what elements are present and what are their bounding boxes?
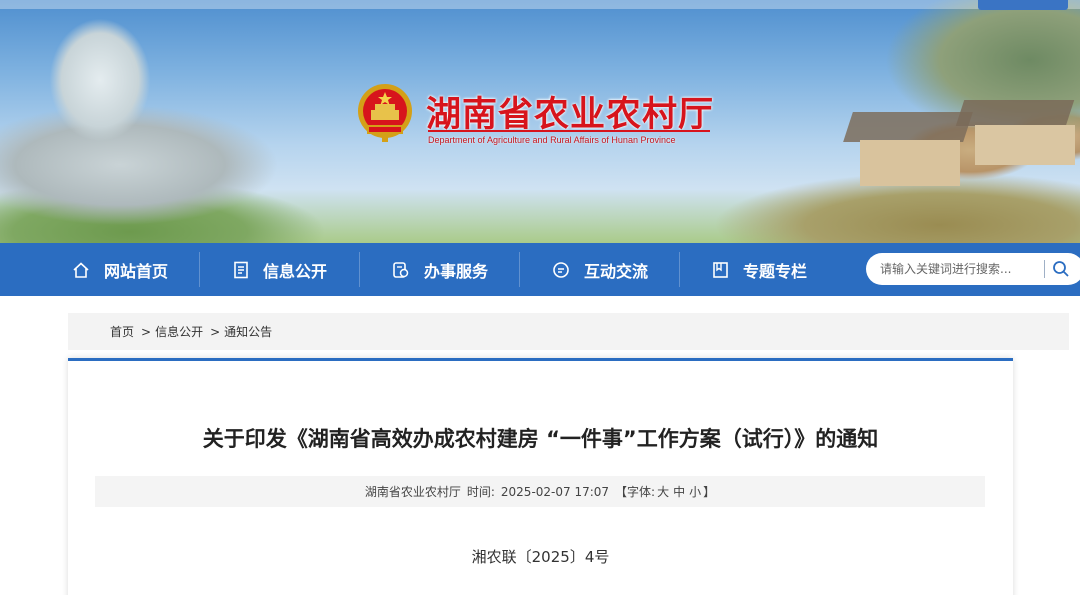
document-number: 湘农联〔2025〕4号 xyxy=(471,548,610,566)
nav-item-home[interactable]: 网站首页 xyxy=(72,243,168,296)
nav-divider xyxy=(199,252,200,287)
banner-house-shape xyxy=(975,125,1075,165)
article-time: 2025-02-07 17:07 xyxy=(500,484,610,499)
search-icon xyxy=(1053,261,1069,277)
nav-item-services[interactable]: 办事服务 xyxy=(392,243,488,296)
nav-item-interaction[interactable]: 互动交流 xyxy=(552,243,648,296)
document-icon xyxy=(234,261,248,278)
font-size-label: 【字体: xyxy=(615,485,656,499)
nav-divider xyxy=(679,252,680,287)
nav-item-info[interactable]: 信息公开 xyxy=(233,243,327,296)
search-divider xyxy=(1044,260,1045,278)
nav-item-label: 互动交流 xyxy=(584,261,649,281)
article-title: 关于印发《湖南省高效办成农村建房 “一件事”工作方案（试行）》的通知 xyxy=(202,427,879,451)
search-input[interactable] xyxy=(880,262,1040,276)
national-emblem-icon xyxy=(358,84,412,142)
nav-divider xyxy=(519,252,520,287)
nav-item-topics[interactable]: 专题专栏 xyxy=(712,243,807,296)
chat-icon xyxy=(553,261,569,278)
article-meta: 湖南省农业农村厅 时间: 2025-02-07 17:07 【字体: 大 中 小… xyxy=(95,476,985,507)
nav-item-label: 办事服务 xyxy=(424,261,489,281)
font-size-small-button[interactable]: 小 xyxy=(689,483,701,500)
top-utility-button[interactable] xyxy=(978,0,1068,10)
site-subtitle: Department of Agriculture and Rural Affa… xyxy=(428,135,676,145)
breadcrumb-info-link[interactable]: 信息公开 xyxy=(155,323,203,340)
article-time-label: 时间: xyxy=(466,485,495,499)
nav-item-label: 专题专栏 xyxy=(743,261,808,281)
breadcrumb-notice-link[interactable]: 通知公告 xyxy=(224,323,272,340)
nav-divider xyxy=(359,252,360,287)
banner-roof-shape xyxy=(843,112,973,142)
banner-statue-image xyxy=(0,0,360,243)
home-icon xyxy=(73,261,89,278)
service-icon xyxy=(393,261,409,278)
nav-item-label: 信息公开 xyxy=(263,261,328,281)
font-size-medium-button[interactable]: 中 xyxy=(673,483,685,500)
banner-roof-shape xyxy=(955,100,1075,126)
header-banner: 湖南省农业农村厅 Department of Agriculture and R… xyxy=(0,0,1080,243)
bookmark-icon xyxy=(713,261,728,278)
title-underline xyxy=(428,130,710,132)
breadcrumb-separator: > xyxy=(141,324,152,339)
font-size-close: 】 xyxy=(703,485,716,499)
search-box xyxy=(866,253,1080,285)
banner-house-shape xyxy=(860,140,960,186)
nav-item-label: 网站首页 xyxy=(104,261,169,281)
breadcrumb: 首页 > 信息公开 > 通知公告 xyxy=(68,313,1069,350)
article-source: 湖南省农业农村厅 xyxy=(364,485,461,499)
top-utility-bar xyxy=(0,0,1080,9)
breadcrumb-separator: > xyxy=(210,324,221,339)
article-panel: 关于印发《湖南省高效办成农村建房 “一件事”工作方案（试行）》的通知 湖南省农业… xyxy=(68,358,1013,595)
font-size-large-button[interactable]: 大 xyxy=(657,483,669,500)
breadcrumb-home-link[interactable]: 首页 xyxy=(110,323,134,340)
search-button[interactable] xyxy=(1052,260,1070,278)
